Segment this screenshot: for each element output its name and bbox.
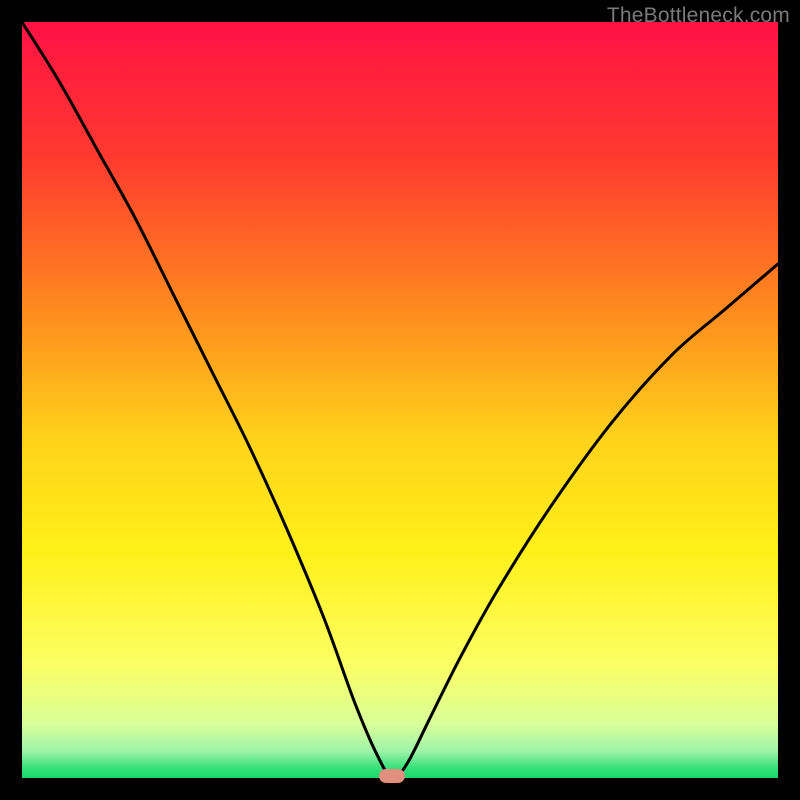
min-marker-pill — [379, 769, 405, 783]
watermark-text: TheBottleneck.com — [607, 4, 790, 28]
chart-frame: TheBottleneck.com — [0, 0, 800, 800]
gradient-background — [22, 22, 778, 778]
plot-area — [22, 22, 778, 778]
bottleneck-plot-svg — [22, 22, 778, 778]
